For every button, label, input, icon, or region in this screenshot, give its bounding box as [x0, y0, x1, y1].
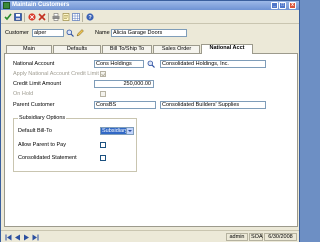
- on-hold-label: On Hold: [13, 91, 34, 97]
- national-account-name: Consolidated Holdings, Inc.: [160, 60, 266, 68]
- credit-limit-label: Credit Limit Amount: [13, 81, 61, 87]
- tab-defaults[interactable]: Defaults: [53, 45, 101, 53]
- on-hold-checkbox[interactable]: [100, 91, 106, 97]
- national-acct-panel: National Account Cons Holdings Consolida…: [4, 53, 298, 227]
- national-account-label: National Account: [13, 61, 55, 67]
- national-account-lookup-icon[interactable]: [147, 60, 155, 68]
- consolidated-statement-checkbox[interactable]: [100, 155, 106, 161]
- customer-label: Customer: [5, 30, 29, 36]
- parent-customer-code: ConsBS: [94, 101, 156, 109]
- print-icon[interactable]: [52, 13, 60, 21]
- status-company: SOA: [249, 233, 263, 241]
- grid-icon[interactable]: [72, 13, 80, 21]
- tab-national-acct[interactable]: National Acct: [201, 44, 253, 54]
- allow-parent-pay-label: Allow Parent to Pay: [18, 142, 66, 148]
- allow-parent-pay-checkbox[interactable]: [100, 142, 106, 148]
- tab-sales-order[interactable]: Sales Order: [153, 45, 200, 53]
- subsidiary-options-group: Subsidiary Options Default Bill-To Subsi…: [13, 115, 137, 172]
- status-user: admin: [226, 233, 248, 241]
- first-record-icon[interactable]: [5, 234, 12, 241]
- chevron-down-icon[interactable]: [126, 128, 133, 134]
- apply-credit-limit-label: Apply National Account Credit Limit: [13, 71, 99, 77]
- credit-limit-amount: 250,000.00: [94, 80, 154, 88]
- window-title: Maintain Customers: [12, 2, 70, 8]
- customer-notes-icon[interactable]: [76, 29, 84, 37]
- customer-lookup-icon[interactable]: [66, 29, 74, 37]
- name-label: Name: [95, 30, 110, 36]
- status-bar: admin SOA 6/30/2008: [1, 230, 299, 242]
- tab-bill-to-ship-to[interactable]: Bill To/Ship To: [102, 45, 152, 53]
- default-bill-to-select[interactable]: Subsidiary: [100, 127, 134, 135]
- name-field[interactable]: Alicia Garage Doors: [111, 29, 187, 37]
- tab-main[interactable]: Main: [6, 45, 52, 53]
- save-icon[interactable]: [14, 13, 22, 21]
- parent-customer-label: Parent Customer: [13, 102, 55, 108]
- memo-icon[interactable]: [62, 13, 70, 21]
- consolidated-statement-label: Consolidated Statement: [18, 155, 77, 161]
- toolbar: ?: [1, 10, 299, 24]
- default-bill-to-value: Subsidiary: [102, 128, 128, 134]
- next-record-icon[interactable]: [23, 234, 30, 241]
- tab-national-acct-label: National Acct: [209, 45, 245, 51]
- maintain-customers-window: Maintain Customers _ □ x ? Customer alpe…: [0, 0, 300, 242]
- app-icon: [3, 2, 10, 9]
- accept-icon[interactable]: [4, 13, 12, 21]
- help-icon[interactable]: ?: [86, 13, 94, 21]
- title-bar[interactable]: Maintain Customers _ □ x: [1, 1, 299, 10]
- apply-credit-limit-checkbox[interactable]: [100, 71, 106, 77]
- close-button[interactable]: x: [289, 2, 296, 9]
- cancel-icon[interactable]: [38, 13, 46, 21]
- customer-field[interactable]: alper: [32, 29, 64, 37]
- toolbar-separator: [24, 13, 25, 22]
- toolbar-separator: [48, 13, 49, 22]
- status-date: 6/30/2008: [264, 233, 297, 241]
- delete-icon[interactable]: [28, 13, 36, 21]
- subsidiary-options-title: Subsidiary Options: [18, 115, 67, 121]
- toolbar-separator: [82, 13, 83, 22]
- tab-sales-order-label: Sales Order: [161, 46, 192, 52]
- minimize-button[interactable]: _: [271, 2, 278, 9]
- tab-defaults-label: Defaults: [66, 46, 88, 52]
- default-bill-to-label: Default Bill-To: [18, 128, 52, 134]
- tab-bill-to-ship-to-label: Bill To/Ship To: [109, 46, 145, 52]
- national-account-field[interactable]: Cons Holdings: [94, 60, 144, 68]
- tab-main-label: Main: [23, 46, 35, 52]
- maximize-button[interactable]: □: [279, 2, 286, 9]
- previous-record-icon[interactable]: [14, 234, 21, 241]
- last-record-icon[interactable]: [32, 234, 39, 241]
- parent-customer-name: Consolidated Builders' Supplies: [160, 101, 266, 109]
